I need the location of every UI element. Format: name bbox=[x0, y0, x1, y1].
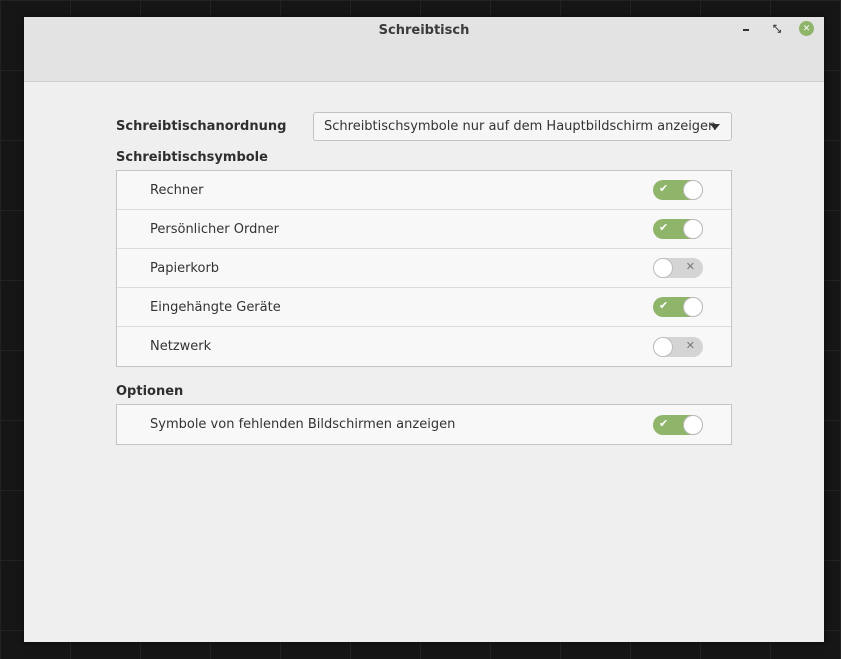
list-item-label: Persönlicher Ordner bbox=[150, 221, 279, 237]
desktop-icons-heading: Schreibtischsymbole bbox=[116, 150, 268, 165]
list-item-papierkorb: Papierkorb ✕ bbox=[117, 249, 731, 288]
list-item-label: Symbole von fehlenden Bildschirmen anzei… bbox=[150, 417, 456, 432]
toggle-knob bbox=[683, 219, 703, 239]
list-item-netzwerk: Netzwerk ✕ bbox=[117, 327, 731, 366]
options-heading: Optionen bbox=[116, 384, 184, 399]
toggle-knob bbox=[683, 297, 703, 317]
eingehaengte-geraete-toggle[interactable]: ✔ bbox=[653, 297, 703, 317]
close-icon[interactable]: ✕ bbox=[799, 21, 814, 36]
minimize-icon[interactable] bbox=[738, 21, 754, 37]
settings-content: Schreibtischanordnung Schreibtischsymbol… bbox=[116, 112, 732, 445]
checkmark-icon: ✔ bbox=[659, 182, 669, 195]
arrangement-dropdown[interactable]: Schreibtischsymbole nur auf dem Hauptbil… bbox=[313, 112, 732, 141]
list-item-label: Eingehängte Geräte bbox=[150, 299, 281, 315]
desktop-icons-list: Rechner ✔ Persönlicher Ordner ✔ Papierko… bbox=[116, 170, 732, 367]
settings-window: Schreibtisch ⤡ ✕ Schreibtischanordnung S… bbox=[24, 17, 824, 642]
chevron-down-icon bbox=[710, 124, 720, 130]
cross-icon: ✕ bbox=[685, 338, 695, 352]
toggle-knob bbox=[683, 180, 703, 200]
maximize-icon[interactable]: ⤡ bbox=[769, 21, 785, 37]
netzwerk-toggle[interactable]: ✕ bbox=[653, 336, 703, 357]
list-item-persoenlicher-ordner: Persönlicher Ordner ✔ bbox=[117, 210, 731, 249]
arrangement-label: Schreibtischanordnung bbox=[116, 119, 287, 134]
toggle-knob bbox=[653, 336, 673, 357]
checkmark-icon: ✔ bbox=[659, 299, 669, 312]
toggle-knob bbox=[653, 258, 673, 278]
list-item-missing-monitors: Symbole von fehlenden Bildschirmen anzei… bbox=[117, 405, 731, 444]
missing-monitors-toggle[interactable]: ✔ bbox=[653, 414, 703, 435]
list-item-label: Papierkorb bbox=[150, 260, 220, 276]
rechner-toggle[interactable]: ✔ bbox=[653, 180, 703, 200]
list-item-label: Netzwerk bbox=[150, 339, 212, 354]
arrangement-selected-value: Schreibtischsymbole nur auf dem Hauptbil… bbox=[324, 119, 717, 134]
arrangement-row: Schreibtischanordnung Schreibtischsymbol… bbox=[116, 112, 732, 141]
window-title: Schreibtisch bbox=[378, 23, 470, 38]
toggle-knob bbox=[683, 414, 703, 435]
cross-icon: ✕ bbox=[685, 260, 695, 273]
list-item-eingehaengte-geraete: Eingehängte Geräte ✔ bbox=[117, 288, 731, 327]
list-item-label: Rechner bbox=[150, 182, 204, 198]
checkmark-icon: ✔ bbox=[659, 416, 669, 430]
titlebar: Schreibtisch ⤡ ✕ bbox=[24, 17, 824, 82]
options-list: Symbole von fehlenden Bildschirmen anzei… bbox=[116, 404, 732, 445]
persoenlicher-ordner-toggle[interactable]: ✔ bbox=[653, 219, 703, 239]
papierkorb-toggle[interactable]: ✕ bbox=[653, 258, 703, 278]
checkmark-icon: ✔ bbox=[659, 221, 669, 234]
list-item-rechner: Rechner ✔ bbox=[117, 171, 731, 210]
